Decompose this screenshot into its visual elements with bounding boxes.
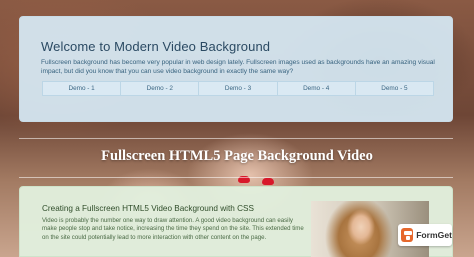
hero-title: Welcome to Modern Video Background [41, 39, 271, 54]
page-headline: Fullscreen HTML5 Page Background Video [101, 148, 373, 164]
hero-panel: Welcome to Modern Video Background Fulls… [19, 16, 453, 122]
demo-4-button[interactable]: Demo - 4 [278, 82, 356, 95]
background-nail [262, 178, 274, 185]
formget-badge[interactable]: FormGet [398, 224, 452, 246]
headline-divider-top [19, 138, 453, 139]
demo-5-button[interactable]: Demo - 5 [356, 82, 433, 95]
hero-description: Fullscreen background has become very po… [41, 59, 435, 75]
demo-button-group: Demo - 1 Demo - 2 Demo - 3 Demo - 4 Demo… [42, 81, 434, 96]
demo-1-button[interactable]: Demo - 1 [43, 82, 122, 95]
headline-divider-bottom [19, 177, 453, 178]
content-panel: Creating a Fullscreen HTML5 Video Backgr… [19, 186, 453, 257]
content-text: Video is probably the number one way to … [42, 217, 304, 241]
demo-3-button[interactable]: Demo - 3 [199, 82, 278, 95]
formget-logo-icon [401, 228, 414, 242]
demo-2-button[interactable]: Demo - 2 [121, 82, 200, 95]
brand-name: FormGet [416, 230, 452, 240]
